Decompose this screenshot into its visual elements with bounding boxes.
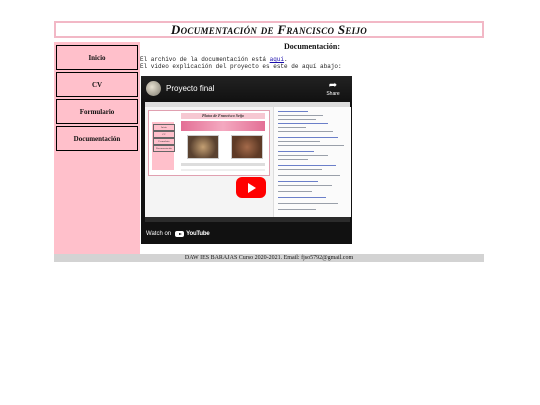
video-intro-text: El video explicación del proyecto es est… bbox=[140, 63, 342, 70]
thumbnail-banner bbox=[181, 121, 265, 131]
documentation-suffix: . bbox=[284, 56, 288, 63]
page-header: Documentación de Francisco Seijo bbox=[54, 21, 484, 38]
documentation-link[interactable]: aquí bbox=[270, 56, 284, 63]
channel-avatar[interactable] bbox=[146, 81, 161, 96]
sidebar-item-documentacion[interactable]: Documentación bbox=[56, 126, 138, 151]
thumbnail-taskbar bbox=[145, 217, 350, 222]
thumbnail-nav-item: CV bbox=[153, 131, 175, 138]
youtube-embed[interactable]: Proyecto final ➦ Share Platos de Francis… bbox=[141, 76, 352, 244]
sidebar-item-inicio[interactable]: Inicio bbox=[56, 45, 138, 70]
thumbnail-footer bbox=[181, 169, 265, 171]
sidebar: Inicio CV Formulario Documentación bbox=[54, 42, 140, 254]
page-title: Documentación de Francisco Seijo bbox=[170, 21, 368, 37]
video-thumbnail: Platos de Francisco Seijo Inicio CV Form… bbox=[145, 102, 351, 217]
thumbnail-sidebar: Inicio CV Formulario Documentación bbox=[152, 122, 175, 170]
youtube-wordmark: YouTube bbox=[186, 231, 210, 237]
thumbnail-webpage: Platos de Francisco Seijo Inicio CV Form… bbox=[148, 110, 270, 176]
documentation-text: El archivo de la documentación está bbox=[140, 56, 270, 63]
thumbnail-food-image bbox=[187, 135, 219, 159]
thumbnail-nav-item: Formulario bbox=[153, 138, 175, 145]
sidebar-item-formulario[interactable]: Formulario bbox=[56, 99, 138, 124]
sidebar-item-cv[interactable]: CV bbox=[56, 72, 138, 97]
page-footer: DAW IES BARAJAS Curso 2020-2021. Email: … bbox=[54, 254, 484, 262]
watch-on-youtube-link[interactable]: Watch on YouTube bbox=[146, 228, 210, 240]
thumbnail-code-editor bbox=[273, 107, 351, 217]
share-label: Share bbox=[326, 91, 340, 97]
section-heading: Documentación: bbox=[284, 42, 340, 51]
thumbnail-page-title: Platos de Francisco Seijo bbox=[181, 113, 265, 119]
watch-on-label: Watch on bbox=[146, 231, 172, 237]
thumbnail-food-image bbox=[231, 135, 263, 159]
documentation-line: El archivo de la documentación está aquí… bbox=[140, 56, 288, 63]
play-icon[interactable] bbox=[236, 177, 266, 198]
thumbnail-nav-item: Inicio bbox=[153, 124, 175, 131]
thumbnail-nav-item: Documentación bbox=[153, 145, 175, 152]
share-button[interactable]: ➦ Share bbox=[322, 80, 344, 97]
video-title[interactable]: Proyecto final bbox=[166, 84, 214, 93]
youtube-logo-icon bbox=[175, 231, 185, 237]
share-arrow-icon: ➦ bbox=[328, 80, 338, 91]
thumbnail-footer bbox=[181, 163, 265, 166]
